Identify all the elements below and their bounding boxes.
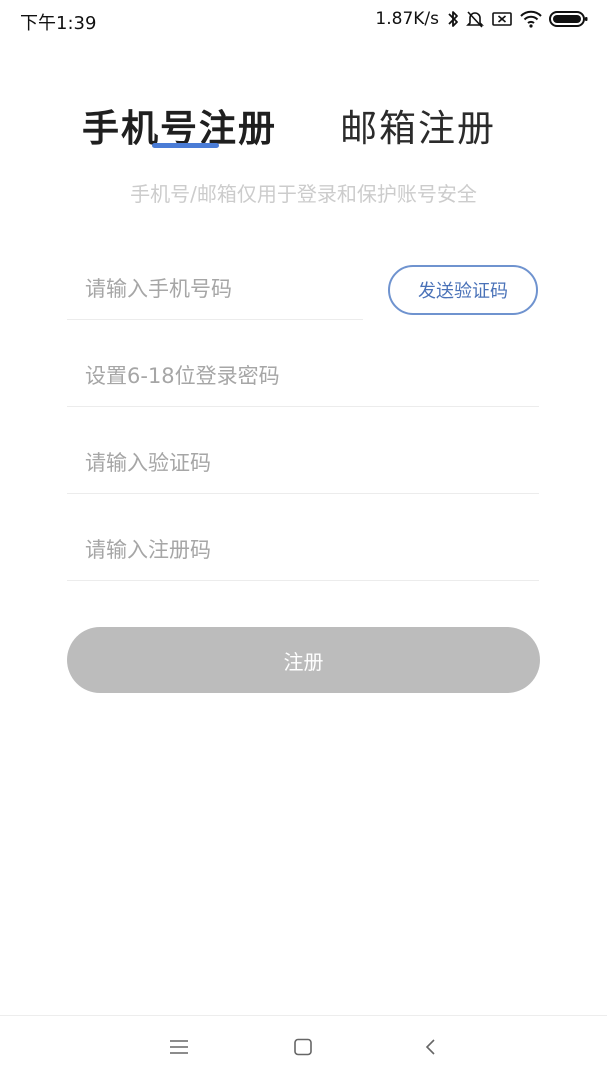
home-button[interactable]: [288, 1034, 318, 1064]
back-icon: [424, 1038, 438, 1060]
network-speed: 1.87K/s: [375, 9, 439, 29]
register-code-field: [67, 522, 539, 581]
password-input[interactable]: [85, 348, 525, 404]
phone-field: [67, 261, 363, 320]
status-bar: 下午1:39 1.87K/s: [0, 0, 607, 38]
system-nav-bar: [0, 1015, 607, 1080]
home-icon: [293, 1038, 313, 1060]
back-button[interactable]: [416, 1034, 446, 1064]
subtitle: 手机号/邮箱仅用于登录和保护账号安全: [130, 182, 477, 206]
send-code-button[interactable]: 发送验证码: [388, 265, 538, 315]
sim-disabled-icon: [491, 10, 513, 28]
status-icons: 1.87K/s: [375, 8, 589, 30]
battery-icon: [549, 9, 589, 29]
tab-email-register[interactable]: 邮箱注册: [340, 98, 496, 152]
register-code-input[interactable]: [85, 522, 525, 578]
menu-button[interactable]: [164, 1034, 194, 1064]
verify-code-input[interactable]: [85, 435, 525, 491]
register-button[interactable]: 注册: [67, 627, 540, 693]
active-tab-indicator: [152, 143, 219, 148]
password-field: [67, 348, 539, 407]
verify-code-field: [67, 435, 539, 494]
menu-icon: [169, 1039, 189, 1059]
status-time: 下午1:39: [20, 13, 97, 34]
wifi-icon: [519, 9, 543, 29]
bluetooth-icon: [447, 9, 459, 29]
phone-input[interactable]: [85, 261, 355, 317]
register-screen: 下午1:39 1.87K/s 手机号注册 邮箱注册 手机号/邮箱仅用于登录和保护…: [0, 0, 607, 1080]
alarm-off-icon: [465, 9, 485, 29]
